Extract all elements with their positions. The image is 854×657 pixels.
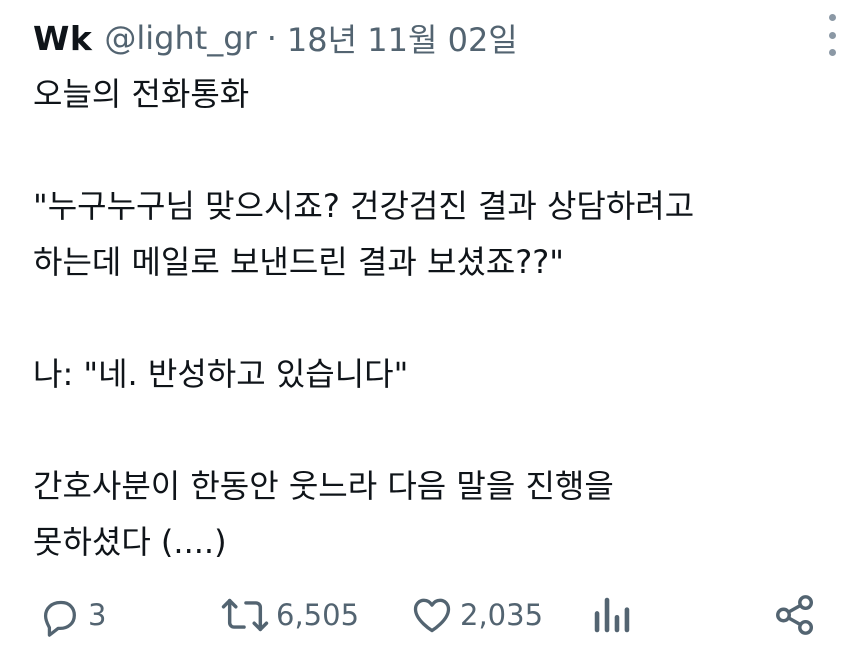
reply-count: 3: [88, 598, 107, 632]
reply-icon: [36, 592, 82, 638]
tweet-card: Wk @light_gr · 18년 11월 02일 오늘의 전화통화 "누구누…: [0, 0, 854, 657]
retweet-button[interactable]: 6,505: [220, 585, 359, 645]
tweet-header: Wk @light_gr · 18년 11월 02일: [33, 10, 518, 66]
reply-button[interactable]: 3: [36, 585, 106, 645]
user-handle[interactable]: @light_gr: [104, 19, 256, 57]
more-dot: [828, 31, 836, 39]
tweet-text: 오늘의 전화통화 "누구누구님 맞으시죠? 건강검진 결과 상담하려고 하는데 …: [33, 66, 833, 570]
share-icon: [772, 592, 818, 638]
heart-icon: [410, 593, 454, 637]
more-dot: [828, 49, 836, 56]
display-name[interactable]: Wk: [33, 19, 92, 58]
tweet-date[interactable]: 18년 11월 02일: [287, 15, 518, 61]
tweet-text-line: 오늘의 전화통화: [33, 75, 250, 113]
tweet-text-line: 나: "네. 반성하고 있습니다": [33, 355, 409, 393]
like-count: 2,035: [460, 598, 544, 632]
more-dot: [828, 14, 836, 21]
tweet-text-line: "누구누구님 맞으시죠? 건강검진 결과 상담하려고: [33, 187, 695, 225]
views-button[interactable]: [590, 585, 634, 645]
retweet-icon: [220, 592, 270, 638]
views-icon: [590, 592, 634, 638]
header-separator: ·: [266, 19, 277, 57]
tweet-text-line: 못하셨다 (....): [33, 523, 227, 561]
retweet-count: 6,505: [276, 598, 360, 632]
action-bar: 3 6,505 2,035: [0, 585, 854, 645]
tweet-text-line: 간호사분이 한동안 웃느라 다음 말을 진행을: [33, 467, 614, 505]
more-vertical-icon[interactable]: [822, 14, 842, 56]
tweet-text-line: 하는데 메일로 보낸드린 결과 보셨죠??": [33, 243, 564, 281]
share-button[interactable]: [772, 585, 818, 645]
like-button[interactable]: 2,035: [410, 585, 543, 645]
